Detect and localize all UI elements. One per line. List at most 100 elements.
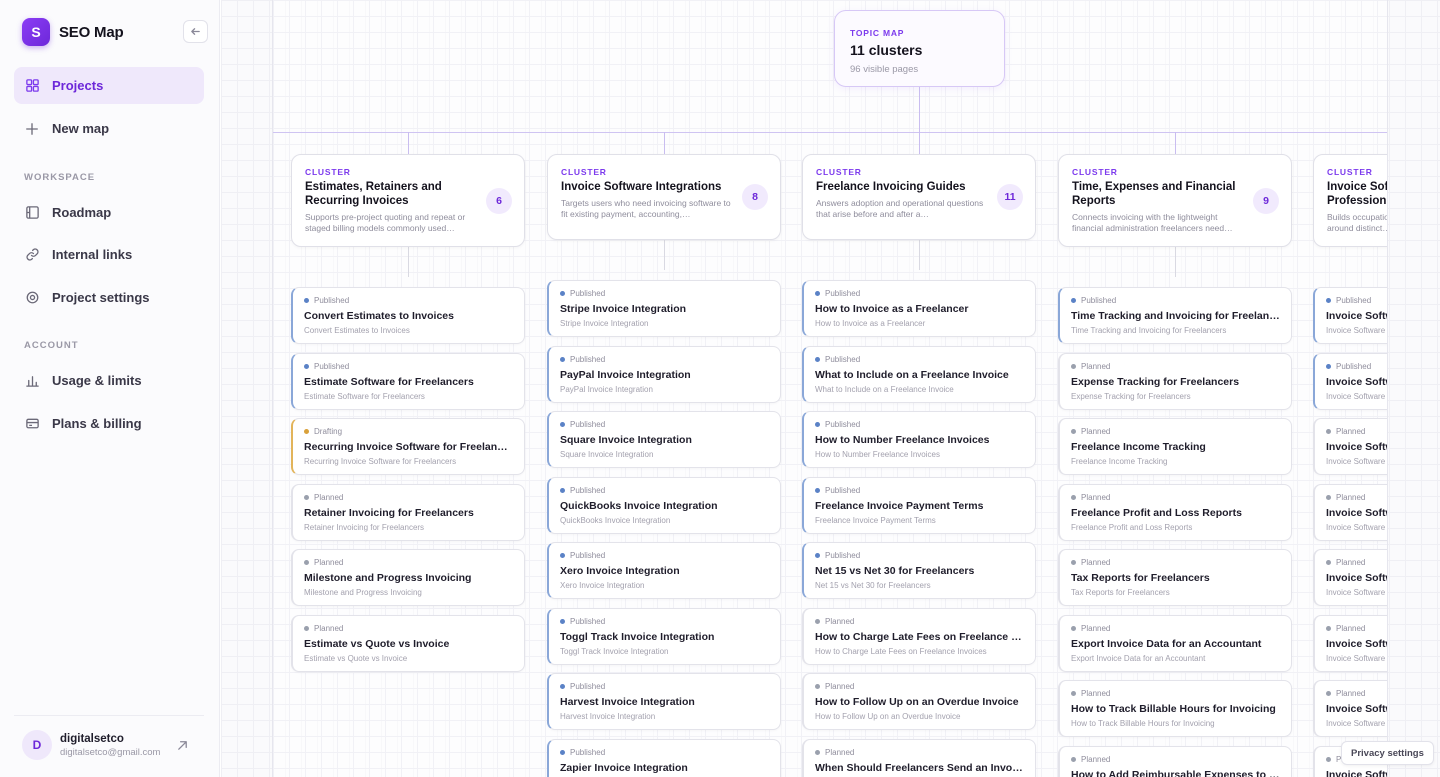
page-card[interactable]: Published Zapier Invoice Integration [547,739,781,777]
brand[interactable]: S SEO Map [22,18,124,46]
avatar[interactable]: D [22,730,52,760]
topic-map-root[interactable]: TOPIC MAP 11 clusters 96 visible pages [834,10,1005,87]
status-dot-icon [304,495,309,500]
page-card[interactable]: Planned Estimate vs Quote vs Invoice Estim… [291,615,525,672]
page-status-label: Planned [1081,689,1111,698]
page-subtitle: Milestone and Progress Invoicing [304,588,422,597]
page-subtitle: Toggl Track Invoice Integration [560,647,669,656]
page-status-label: Published [570,289,606,298]
cluster-card[interactable]: CLUSTER Estimates, Retainers and Recurrin… [291,154,525,247]
page-card[interactable]: Published Convert Estimates to Invoices Co… [291,287,525,344]
cluster-card[interactable]: CLUSTER Invoice Software by Profession Bui… [1313,154,1387,247]
page-card[interactable]: Planned Freelance Income Tracking Freelanc… [1058,418,1292,475]
page-status: Published [560,551,769,560]
page-card[interactable]: Planned Invoice Software for Coaches Invoi… [1313,680,1387,737]
privacy-settings-button[interactable]: Privacy settings [1341,741,1434,765]
page-card[interactable]: Published Toggl Track Invoice Integration… [547,608,781,665]
page-status-label: Planned [314,493,344,502]
status-dot-icon [560,553,565,558]
page-card[interactable]: Published Xero Invoice Integration Xero In… [547,542,781,599]
page-card[interactable]: Published How to Invoice as a Freelancer H… [802,280,1036,337]
status-dot-icon [304,298,309,303]
cluster-card[interactable]: CLUSTER Invoice Software Integrations Targ… [547,154,781,240]
page-card[interactable]: Planned Invoice Software for Marketers Inv… [1313,615,1387,672]
page-card[interactable]: Published Freelance Invoice Payment Terms… [802,477,1036,534]
page-subtitle: Retainer Invoicing for Freelancers [304,523,425,532]
page-card[interactable]: Published Harvest Invoice Integration Harv… [547,673,781,730]
sidebar-item-plans-billing[interactable]: Plans & billing [14,405,204,442]
page-title: Time Tracking and Invoicing for Freelanc… [1071,310,1280,322]
page-card[interactable]: Published Stripe Invoice Integration Strip… [547,280,781,337]
user-name: digitalsetco [60,733,124,745]
page-status-label: Planned [1081,493,1111,502]
page-card[interactable]: Planned How to Follow Up on an Overdue In… [802,673,1036,730]
page-card[interactable]: Planned How to Track Billable Hours for I… [1058,680,1292,737]
page-status: Planned [1326,427,1387,436]
cluster-card[interactable]: CLUSTER Time, Expenses and Financial Repo… [1058,154,1292,247]
status-dot-icon [560,488,565,493]
page-card[interactable]: Published Time Tracking and Invoicing for… [1058,287,1292,344]
page-card[interactable]: Published Net 15 vs Net 30 for Freelancer… [802,542,1036,599]
page-subtitle: How to Charge Late Fees on Freelance Inv… [815,647,987,656]
page-card[interactable]: Planned Freelance Profit and Loss Reports… [1058,484,1292,541]
page-status: Published [1326,362,1387,371]
page-title: Invoice Software for Developers [1326,376,1387,388]
page-title: QuickBooks Invoice Integration [560,500,718,512]
page-status-label: Published [570,420,606,429]
page-title: Invoice Software for Consultants [1326,572,1387,584]
page-subtitle: Harvest Invoice Integration [560,712,656,721]
page-card[interactable]: Published Invoice Software for Developers… [1313,353,1387,410]
page-status: Planned [1071,427,1280,436]
page-title: How to Add Reimbursable Expenses to an I… [1071,769,1280,777]
map-canvas[interactable]: TOPIC MAP 11 clusters 96 visible pages C… [221,0,1440,777]
sidebar-item-usage-limits[interactable]: Usage & limits [14,362,204,399]
page-status-label: Published [825,420,861,429]
page-status: Published [815,289,1024,298]
grid-icon [24,78,40,94]
bar-chart-icon [24,373,40,389]
page-card[interactable]: Planned Retainer Invoicing for Freelancer… [291,484,525,541]
brand-logo: S [22,18,50,46]
pages-connector [919,240,920,270]
page-card[interactable]: Published PayPal Invoice Integration PayPa… [547,346,781,403]
external-link-icon[interactable] [176,739,190,753]
page-status: Planned [304,624,513,633]
page-card[interactable]: Planned Invoice Software for Writers Invoi… [1313,418,1387,475]
cluster-card[interactable]: CLUSTER Freelance Invoicing Guides Answers… [802,154,1036,240]
sidebar-item-label: Roadmap [52,205,112,220]
page-card[interactable]: Published Invoice Software for Designers I… [1313,287,1387,344]
page-card[interactable]: Planned Tax Reports for Freelancers Tax Re… [1058,549,1292,606]
page-subtitle: Expense Tracking for Freelancers [1071,392,1191,401]
page-subtitle: How to Invoice as a Freelancer [815,319,926,328]
page-card[interactable]: Published How to Number Freelance Invoice… [802,411,1036,468]
page-card[interactable]: Published Square Invoice Integration Squar… [547,411,781,468]
page-card[interactable]: Published Estimate Software for Freelance… [291,353,525,410]
page-card[interactable]: Drafting Recurring Invoice Software for F… [291,418,525,475]
sidebar-item-projects[interactable]: Projects [14,67,204,104]
sidebar-item-project-settings[interactable]: Project settings [14,279,204,316]
page-card[interactable]: Published What to Include on a Freelance … [802,346,1036,403]
page-card[interactable]: Planned Export Invoice Data for an Accoun… [1058,615,1292,672]
page-subtitle: QuickBooks Invoice Integration [560,516,671,525]
cluster-description: Answers adoption and operational questio… [816,198,984,219]
page-status: Published [1326,296,1387,305]
root-subtitle: 96 visible pages [850,64,919,75]
collapse-sidebar-button[interactable] [183,20,208,43]
page-card[interactable]: Planned Invoice Software for Photographer… [1313,484,1387,541]
page-status: Planned [815,617,1024,626]
status-dot-icon [815,750,820,755]
page-card[interactable]: Planned Milestone and Progress Invoicing M… [291,549,525,606]
page-card[interactable]: Published QuickBooks Invoice Integration Q… [547,477,781,534]
sidebar-item-internal-links[interactable]: Internal links [14,236,204,273]
page-subtitle: Invoice Software for Photographers [1326,523,1387,532]
sidebar-item-roadmap[interactable]: Roadmap [14,194,204,231]
cluster-kicker: CLUSTER [1072,167,1118,177]
page-card[interactable]: Planned When Should Freelancers Send an I… [802,739,1036,777]
page-card[interactable]: Planned How to Charge Late Fees on Freela… [802,608,1036,665]
page-subtitle: Recurring Invoice Software for Freelance… [304,457,457,466]
sidebar-item-new-map[interactable]: New map [14,110,204,147]
page-card[interactable]: Planned Expense Tracking for Freelancers E… [1058,353,1292,410]
topic-map-board[interactable]: TOPIC MAP 11 clusters 96 visible pages C… [272,0,1388,777]
page-card[interactable]: Planned Invoice Software for Consultants I… [1313,549,1387,606]
page-card[interactable]: Planned How to Add Reimbursable Expenses … [1058,746,1292,777]
